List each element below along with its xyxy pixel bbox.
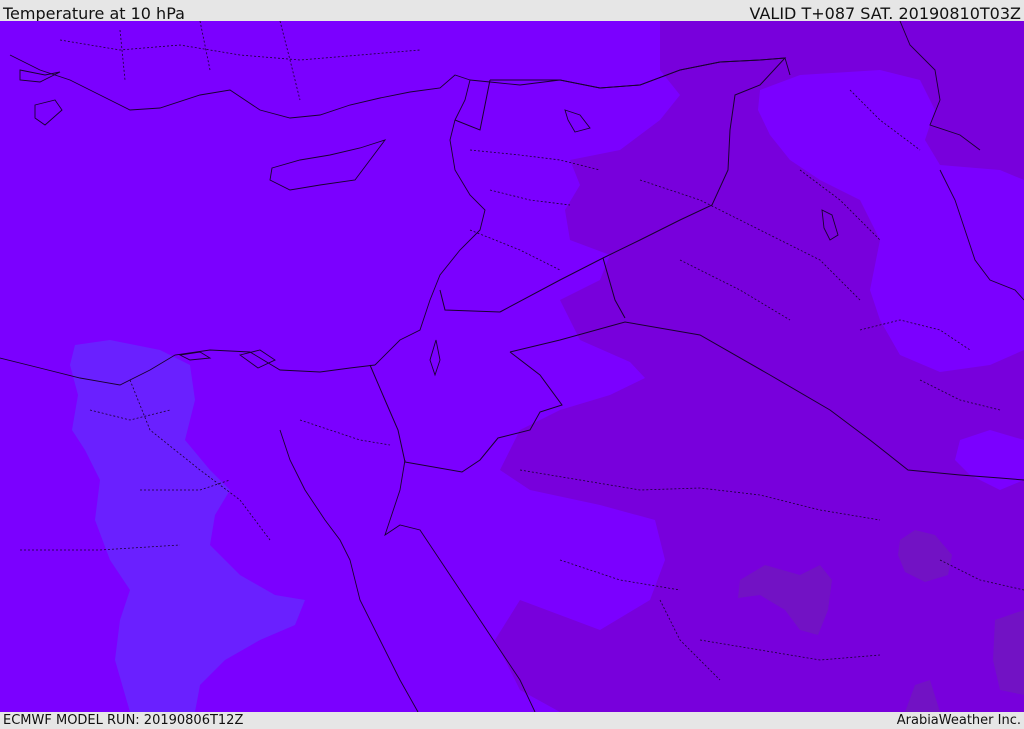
temperature-map (0, 21, 1024, 712)
footer-bar: ECMWF MODEL RUN: 20190806T12Z ArabiaWeat… (0, 712, 1024, 729)
valid-time: VALID T+087 SAT. 20190810T03Z (749, 4, 1021, 21)
map-title: Temperature at 10 hPa (3, 4, 185, 21)
header-bar: Temperature at 10 hPa VALID T+087 SAT. 2… (0, 0, 1024, 21)
model-run: ECMWF MODEL RUN: 20190806T12Z (3, 713, 244, 728)
credit: ArabiaWeather Inc. (896, 713, 1021, 728)
